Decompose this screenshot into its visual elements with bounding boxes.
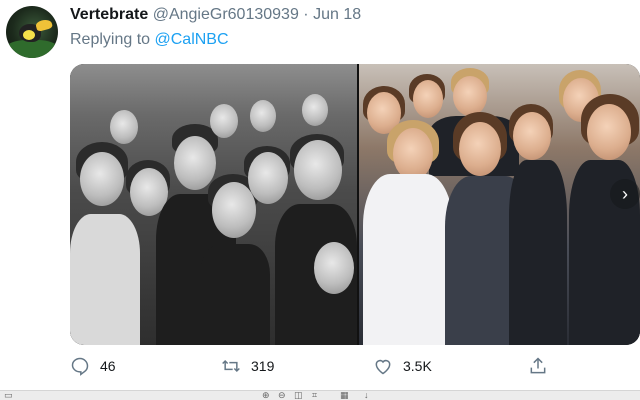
heart-icon — [375, 359, 391, 375]
media-photo-right[interactable] — [359, 64, 640, 345]
crop-icon[interactable]: ⌗ — [312, 390, 317, 400]
media-photo-left[interactable] — [70, 64, 357, 345]
share-button[interactable] — [528, 356, 548, 376]
media-next-button[interactable]: › — [610, 179, 640, 209]
window-icon[interactable]: ▭ — [4, 390, 13, 400]
fit-icon[interactable]: ◫ — [294, 390, 303, 400]
reply-count: 46 — [100, 358, 116, 374]
download-icon[interactable]: ↓ — [364, 390, 369, 400]
reply-button[interactable]: 46 — [70, 356, 116, 376]
like-button[interactable]: 3.5K — [373, 356, 432, 376]
tweet[interactable]: Vertebrate @AngieGr60130939 · Jun 18 Rep… — [0, 0, 640, 392]
like-count: 3.5K — [403, 358, 432, 374]
grid-icon[interactable]: ▦ — [340, 390, 349, 400]
retweet-count: 319 — [251, 358, 275, 374]
tweet-actions: 46 319 3.5K — [70, 356, 640, 380]
zoom-in-icon[interactable]: ⊕ — [262, 390, 270, 400]
zoom-out-icon[interactable]: ⊖ — [278, 390, 286, 400]
display-name[interactable]: Vertebrate — [70, 6, 148, 23]
retweet-icon — [222, 359, 240, 373]
chevron-right-icon: › — [622, 184, 628, 204]
share-icon — [530, 357, 546, 374]
reply-icon — [71, 357, 89, 376]
avatar-bird-chest — [23, 30, 35, 40]
replying-to-label: Replying to — [70, 31, 151, 48]
replying-to-mention[interactable]: @CalNBC — [155, 31, 229, 48]
tweet-header: Vertebrate @AngieGr60130939 · Jun 18 — [70, 6, 361, 24]
separator-dot: · — [303, 6, 309, 23]
user-handle[interactable]: @AngieGr60130939 — [153, 6, 299, 23]
retweet-button[interactable]: 319 — [221, 356, 274, 376]
avatar[interactable] — [6, 6, 58, 58]
viewer-toolbar: ▭ ⊕ ⊖ ◫ ⌗ ▦ ↓ — [0, 390, 640, 400]
tweet-date[interactable]: Jun 18 — [313, 6, 361, 23]
avatar-bird-beak — [34, 18, 54, 32]
avatar-leaf — [6, 40, 58, 58]
replying-to: Replying to @CalNBC — [70, 31, 229, 49]
tweet-media[interactable]: › — [70, 64, 640, 345]
